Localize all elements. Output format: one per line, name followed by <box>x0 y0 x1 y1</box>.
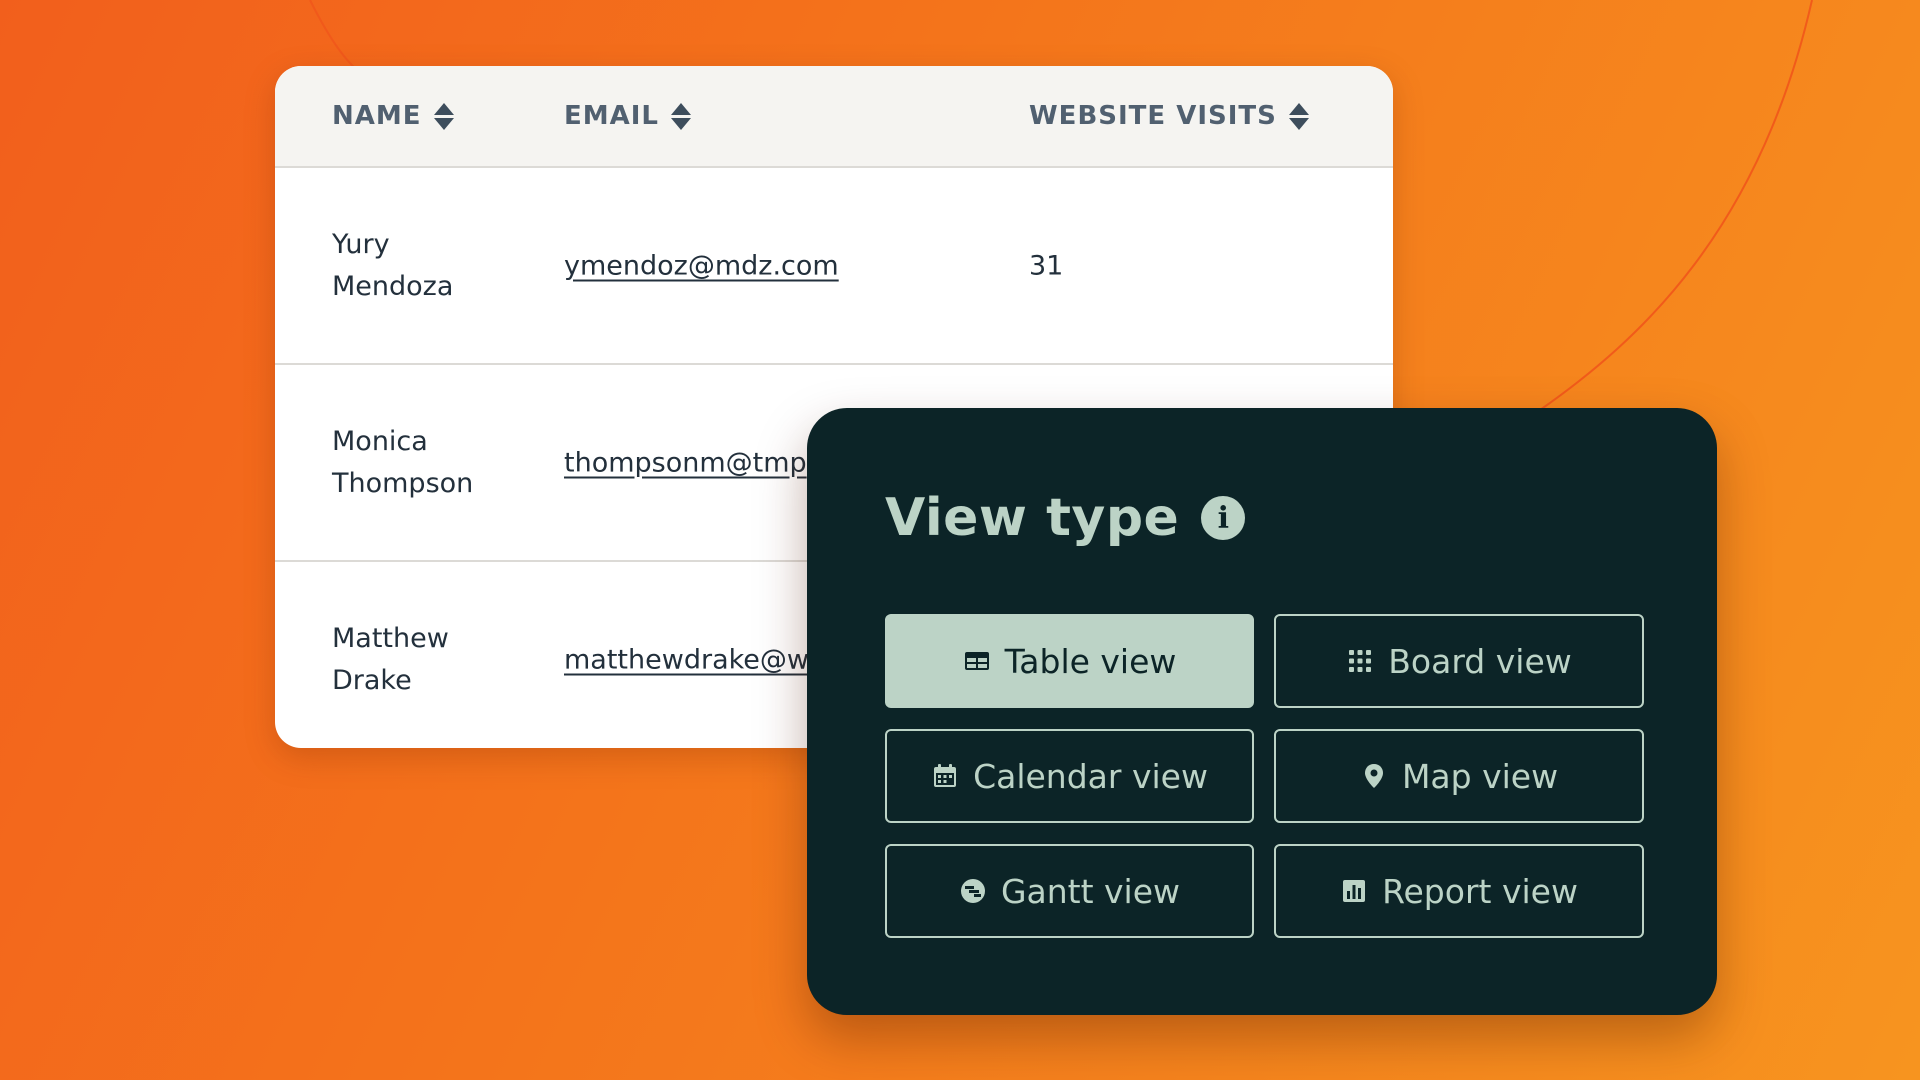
button-label: Report view <box>1382 871 1578 911</box>
calendar-view-button[interactable]: Calendar view <box>885 729 1254 823</box>
column-header-name[interactable]: NAME <box>332 66 454 166</box>
map-pin-icon <box>1360 762 1388 790</box>
column-header-website-visits[interactable]: WEBSITE VISITS <box>1029 66 1309 166</box>
email-link[interactable]: thompsonm@tmp <box>564 447 807 478</box>
map-view-button[interactable]: Map view <box>1274 729 1644 823</box>
sort-icon[interactable] <box>1288 102 1309 130</box>
report-view-button[interactable]: Report view <box>1274 844 1644 938</box>
panel-title-text: View type <box>885 488 1180 548</box>
table-row: Yury Mendoza ymendoz@mdz.com 31 <box>275 168 1393 365</box>
first-name: Matthew <box>332 622 449 654</box>
gantt-view-button[interactable]: Gantt view <box>885 844 1254 938</box>
table-header: NAME EMAIL WEBSITE VISITS <box>275 66 1393 168</box>
contact-name: Matthew Drake <box>332 618 532 702</box>
button-label: Board view <box>1388 641 1572 681</box>
calendar-icon <box>931 762 959 790</box>
bar-chart-icon <box>1340 877 1368 905</box>
info-icon[interactable]: i <box>1201 496 1246 540</box>
column-header-label: NAME <box>332 101 422 131</box>
table-view-button[interactable]: Table view <box>885 614 1254 708</box>
button-label: Calendar view <box>973 756 1208 796</box>
board-view-button[interactable]: Board view <box>1274 614 1644 708</box>
panel-title: View type i <box>885 488 1246 548</box>
sort-icon[interactable] <box>671 102 691 130</box>
last-name: Mendoza <box>332 270 454 302</box>
table-icon <box>963 647 991 675</box>
email-link[interactable]: matthewdrake@w <box>564 644 809 675</box>
last-name: Drake <box>332 664 412 696</box>
view-options: Table view Board view Calendar view Map … <box>885 614 1644 938</box>
column-header-label: WEBSITE VISITS <box>1029 101 1277 131</box>
grid-icon <box>1346 647 1374 675</box>
button-label: Map view <box>1401 756 1559 796</box>
gantt-icon <box>959 877 987 905</box>
contact-name: Yury Mendoza <box>332 224 532 308</box>
column-header-label: EMAIL <box>564 101 659 131</box>
email-link[interactable]: ymendoz@mdz.com <box>564 250 839 281</box>
first-name: Monica <box>332 425 428 457</box>
last-name: Thompson <box>332 467 474 499</box>
sort-icon[interactable] <box>433 102 454 130</box>
button-label: Table view <box>1004 641 1177 681</box>
first-name: Yury <box>332 228 390 260</box>
contact-name: Monica Thompson <box>332 421 532 505</box>
column-header-email[interactable]: EMAIL <box>564 66 691 166</box>
website-visits-value: 31 <box>1029 250 1064 281</box>
view-type-panel: View type i Table view Board view Calend… <box>807 408 1717 1015</box>
button-label: Gantt view <box>1000 871 1181 911</box>
